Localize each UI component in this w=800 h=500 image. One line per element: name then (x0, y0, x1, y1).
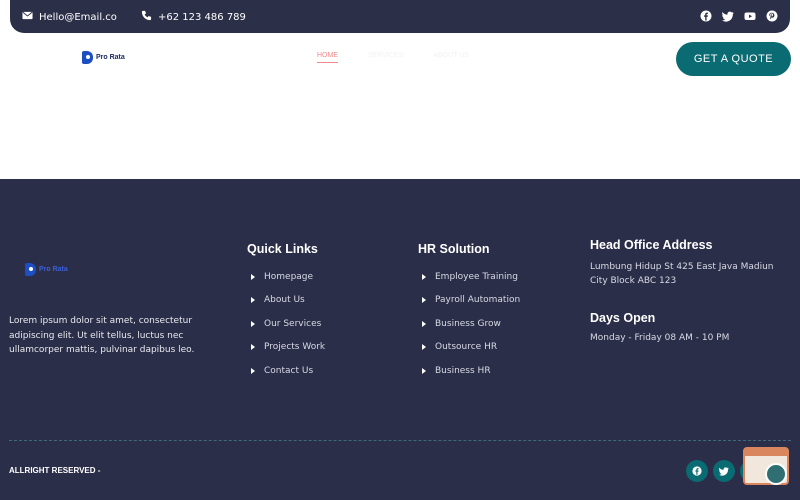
quick-link-projects-work[interactable]: Projects Work (247, 336, 325, 360)
site-footer: Pro Rata Lorem ipsum dolor sit amet, con… (0, 179, 800, 500)
link-label: About Us (264, 295, 305, 306)
pinterest-icon[interactable] (766, 10, 778, 22)
twitter-icon[interactable] (713, 460, 735, 482)
chat-widget-icon[interactable] (743, 447, 789, 485)
nav-item-services[interactable]: SERVICES (368, 52, 403, 63)
topbar-social-links (700, 10, 778, 22)
widget-avatar-icon (765, 463, 787, 485)
link-label: Business Grow (435, 318, 501, 329)
hr-solution-title: HR Solution (418, 242, 490, 256)
quick-link-our-services[interactable]: Our Services (247, 312, 325, 336)
footer-logo[interactable]: Pro Rata (25, 263, 68, 276)
link-label: Projects Work (264, 342, 326, 353)
hr-link-payroll-automation[interactable]: Payroll Automation (418, 289, 520, 313)
caret-right-icon (422, 320, 426, 327)
link-label: Outsource HR (435, 342, 498, 353)
nav-item-about-us[interactable]: ABOUT US (433, 52, 469, 63)
hr-solution-list: Employee Training Payroll Automation Bus… (418, 265, 520, 383)
envelope-icon (22, 10, 33, 24)
hr-link-outsource-hr[interactable]: Outsource HR (418, 336, 520, 360)
youtube-icon[interactable] (744, 10, 756, 22)
hr-link-business-hr[interactable]: Business HR (418, 359, 520, 383)
email-contact[interactable]: Hello@Email.co (22, 10, 117, 24)
head-office-title: Head Office Address (590, 238, 713, 252)
quick-links-list: Homepage About Us Our Services Projects … (247, 265, 325, 383)
logo-mark-icon (82, 51, 93, 64)
email-text: Hello@Email.co (39, 11, 117, 23)
hr-link-employee-training[interactable]: Employee Training (418, 265, 520, 289)
footer-logo-mark-icon (25, 263, 36, 276)
link-label: Contact Us (264, 365, 314, 376)
footer-divider (9, 440, 791, 441)
main-nav: HOME SERVICES ABOUT US (317, 52, 469, 63)
header-logo[interactable]: Pro Rata (82, 51, 125, 64)
caret-right-icon (251, 344, 255, 351)
hr-link-business-grow[interactable]: Business Grow (418, 312, 520, 336)
caret-right-icon (251, 297, 255, 304)
get-a-quote-button[interactable]: GET A QUOTE (676, 42, 791, 76)
copyright-text: ALLRIGHT RESERVED - (9, 466, 101, 475)
widget-titlebar (745, 449, 787, 456)
opening-hours: Monday - Friday 08 AM - 10 PM (590, 333, 730, 343)
link-label: Employee Training (435, 271, 518, 282)
caret-right-icon (422, 367, 426, 374)
caret-right-icon (251, 273, 255, 280)
footer-logo-text: Pro Rata (39, 266, 68, 273)
quick-links-title: Quick Links (247, 242, 318, 256)
quick-link-about-us[interactable]: About Us (247, 289, 325, 313)
caret-right-icon (422, 273, 426, 280)
twitter-icon[interactable] (722, 10, 734, 22)
caret-right-icon (422, 344, 426, 351)
phone-text: +62 123 486 789 (158, 11, 246, 23)
caret-right-icon (251, 367, 255, 374)
caret-right-icon (251, 320, 255, 327)
link-label: Homepage (264, 271, 314, 282)
quick-link-homepage[interactable]: Homepage (247, 265, 325, 289)
top-bar: Hello@Email.co +62 123 486 789 (10, 0, 790, 33)
quick-link-contact-us[interactable]: Contact Us (247, 359, 325, 383)
link-label: Business HR (435, 365, 491, 376)
facebook-icon[interactable] (700, 10, 712, 22)
link-label: Payroll Automation (435, 295, 521, 306)
footer-description: Lorem ipsum dolor sit amet, consectetur … (9, 316, 195, 355)
phone-contact[interactable]: +62 123 486 789 (141, 10, 246, 24)
phone-icon (141, 10, 152, 24)
head-office-address: Lumbung Hidup St 425 East Java Madiun Ci… (590, 262, 774, 286)
caret-right-icon (422, 297, 426, 304)
link-label: Our Services (264, 318, 322, 329)
nav-item-home[interactable]: HOME (317, 52, 338, 63)
header-logo-text: Pro Rata (96, 54, 125, 61)
facebook-icon[interactable] (686, 460, 708, 482)
days-open-title: Days Open (590, 311, 656, 325)
